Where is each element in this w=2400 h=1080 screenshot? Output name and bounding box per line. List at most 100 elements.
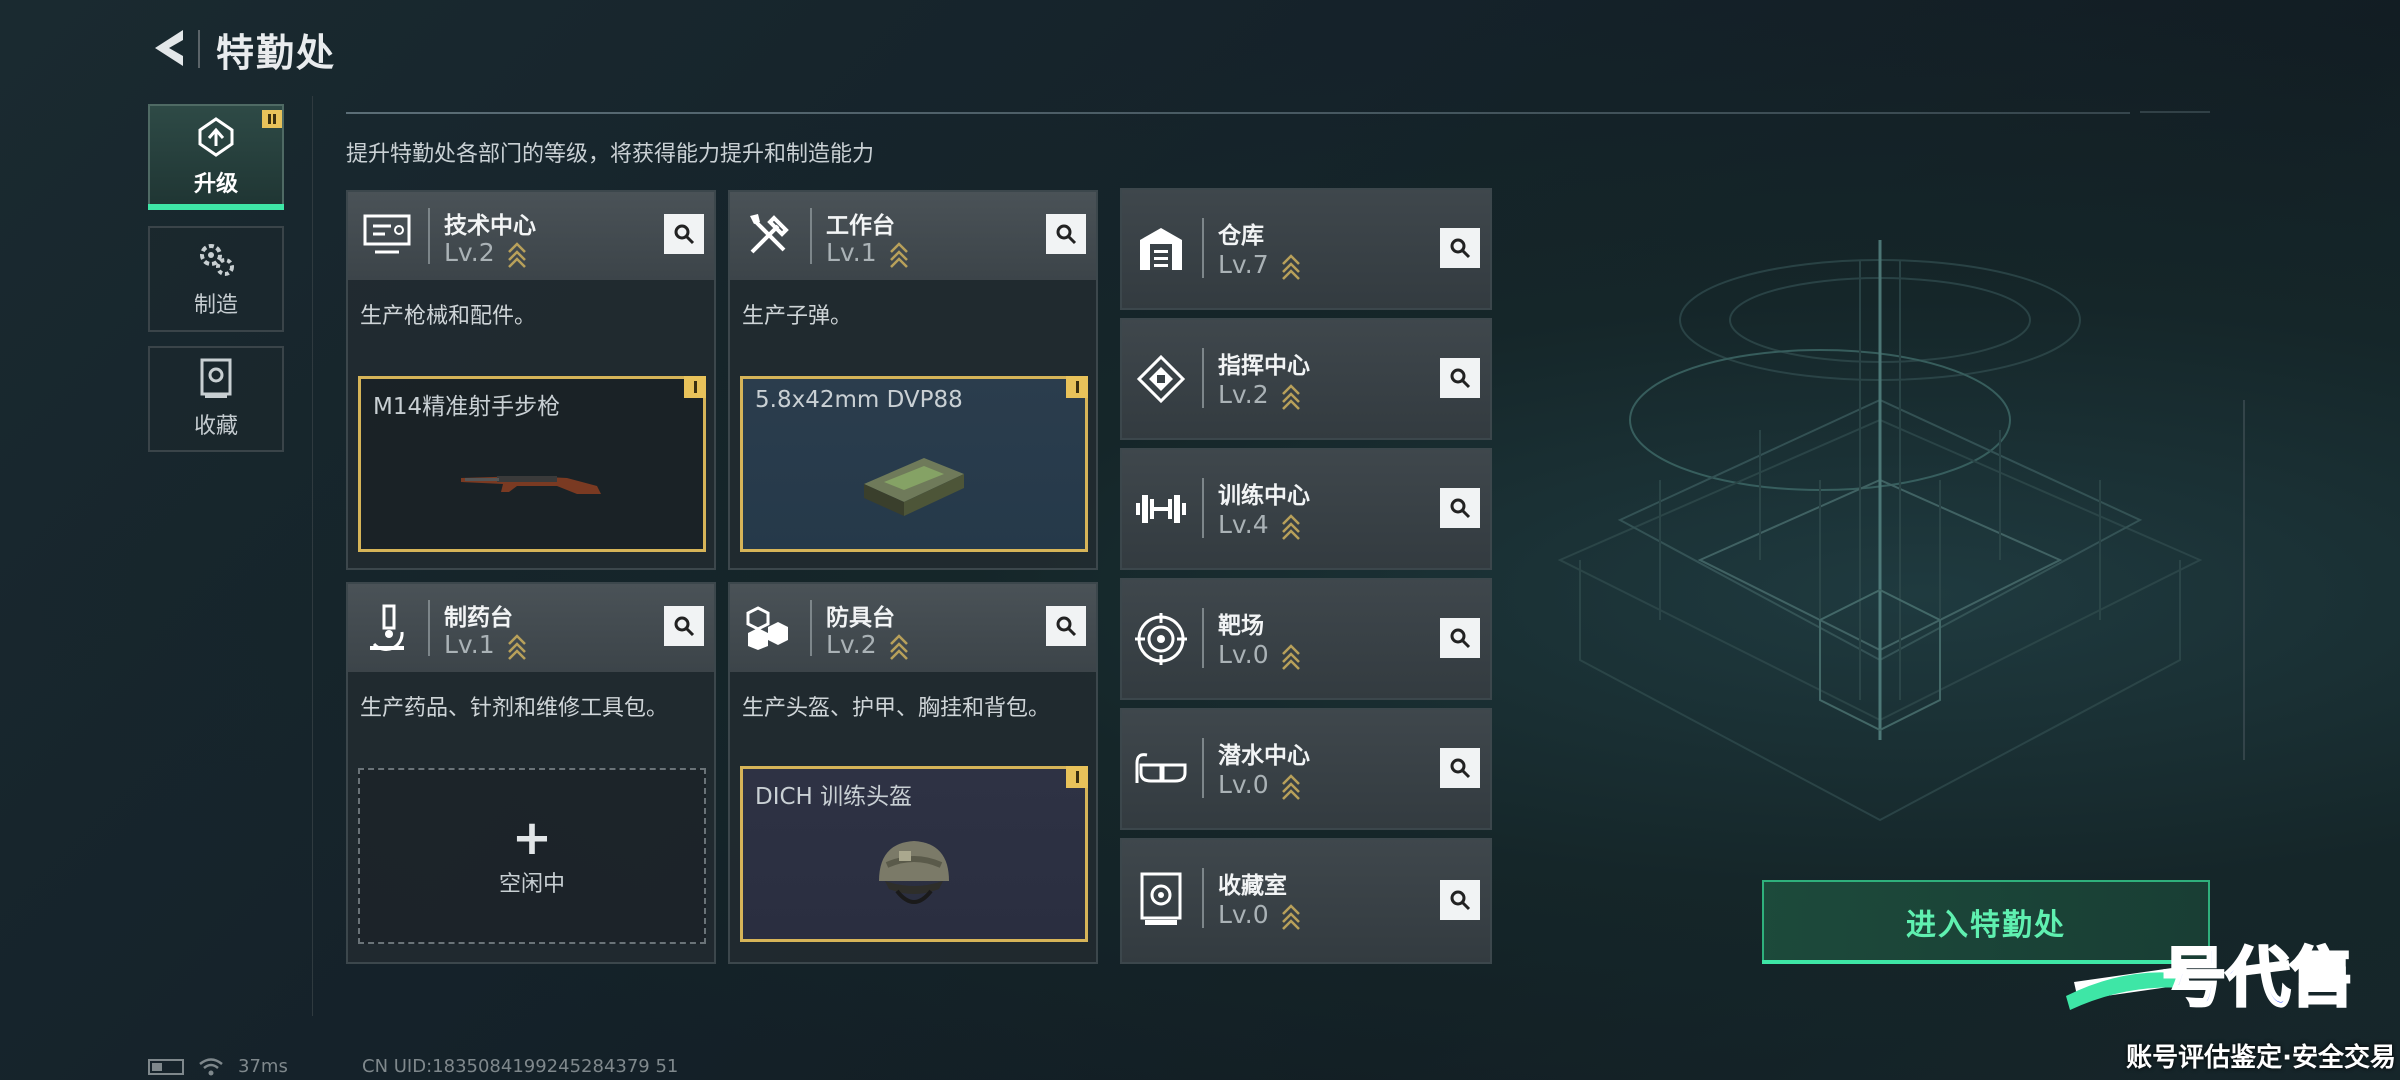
nav-label: 收藏 <box>193 414 238 439</box>
facility-card-armor-bench[interactable]: 防具台 Lv.2 生产头盔、护甲、胸挂和背包。 DICH 训练头盔 <box>728 582 1098 964</box>
facility-desc: 生产枪械和配件。 <box>360 304 537 329</box>
product-name: 5.8x42mm DVP88 <box>755 387 963 413</box>
facility-card-pharmacy[interactable]: 制药台 Lv.1 生产药品、针剂和维修工具包。 + 空闲中 <box>346 582 716 964</box>
facility-level: Lv.2 <box>1218 380 1269 409</box>
facility-card-workbench[interactable]: 工作台 Lv.1 生产子弹。 5.8x42mm DVP88 <box>728 190 1098 570</box>
page-title: 特勤处 <box>216 31 337 75</box>
goggles-icon <box>1132 736 1190 802</box>
warehouse-icon <box>1132 216 1190 282</box>
search-button[interactable] <box>664 606 704 646</box>
facility-desc: 生产药品、针剂和维修工具包。 <box>360 696 669 721</box>
uid-text: CN UID:1835084199245284379 51 <box>362 1056 679 1077</box>
alert-flag <box>1066 766 1088 788</box>
collection-icon <box>200 358 232 398</box>
nav-tab-craft[interactable]: 制造 <box>148 226 284 332</box>
brand-logo: 号代售 <box>2066 941 2356 1018</box>
head-divider <box>810 600 812 656</box>
idle-label: 空闲中 <box>498 872 565 897</box>
command-icon <box>1132 346 1190 412</box>
tools-icon <box>740 206 798 264</box>
nav-tab-collection[interactable]: 收藏 <box>148 346 284 452</box>
back-button[interactable] <box>146 22 192 74</box>
search-button[interactable] <box>1440 748 1480 788</box>
facility-level: Lv.2 <box>826 630 877 659</box>
search-icon <box>674 616 695 637</box>
target-icon <box>1132 606 1190 672</box>
search-icon <box>1450 238 1471 259</box>
ammo-box-icon <box>864 458 964 516</box>
head-divider <box>428 600 430 656</box>
facility-desc: 生产子弹。 <box>742 304 853 329</box>
product-name: M14精准射手步枪 <box>373 394 561 420</box>
search-button[interactable] <box>1440 228 1480 268</box>
search-button[interactable] <box>1046 214 1086 254</box>
facility-name: 仓库 <box>1218 223 1264 249</box>
facility-card-warehouse[interactable]: 仓库 Lv.7 <box>1120 188 1492 310</box>
search-button[interactable] <box>1440 488 1480 528</box>
facility-level: Lv.0 <box>1218 640 1269 669</box>
level-chevron-icon <box>890 634 908 660</box>
vault-icon <box>1132 866 1190 932</box>
level-chevron-icon <box>1282 384 1300 410</box>
search-button[interactable] <box>1440 618 1480 658</box>
facility-name: 潜水中心 <box>1218 743 1310 769</box>
search-button[interactable] <box>664 214 704 254</box>
facility-name: 靶场 <box>1218 613 1264 639</box>
head-divider <box>428 208 430 264</box>
alert-flag <box>1066 376 1088 398</box>
facility-card-collection-room[interactable]: 收藏室 Lv.0 <box>1120 838 1492 964</box>
level-chevron-icon <box>1282 904 1300 930</box>
rifle-icon <box>461 476 601 494</box>
alert-flag <box>684 376 706 398</box>
top-rule <box>346 112 2130 114</box>
search-button[interactable] <box>1046 606 1086 646</box>
idle-slot[interactable]: + 空闲中 <box>358 768 706 944</box>
facility-name: 指挥中心 <box>1218 353 1310 379</box>
facility-card-tech-center[interactable]: 技术中心 Lv.2 生产枪械和配件。 M14精准射手步枪 <box>346 190 716 570</box>
level-chevron-icon <box>1282 254 1300 280</box>
search-icon <box>1450 890 1471 911</box>
nav-tab-upgrade[interactable]: 升级 <box>148 104 284 210</box>
helmet-icon <box>879 841 949 904</box>
level-chevron-icon <box>890 242 908 268</box>
facility-level: Lv.1 <box>444 630 495 659</box>
production-slot[interactable]: M14精准射手步枪 <box>358 376 706 552</box>
facility-level: Lv.4 <box>1218 510 1269 539</box>
armor-blocks-icon <box>740 598 798 656</box>
level-chevron-icon <box>1282 774 1300 800</box>
nav-divider <box>312 96 313 1016</box>
search-button[interactable] <box>1440 358 1480 398</box>
facility-name: 训练中心 <box>1218 483 1310 509</box>
back-arrow-icon <box>155 30 183 66</box>
head-divider <box>810 208 812 264</box>
facility-level: Lv.0 <box>1218 770 1269 799</box>
facility-level: Lv.2 <box>444 238 495 267</box>
facility-name: 防具台 <box>826 605 895 631</box>
dumbbell-icon <box>1132 476 1190 542</box>
head-divider <box>1202 868 1204 928</box>
head-divider <box>1202 608 1204 668</box>
search-button[interactable] <box>1440 880 1480 920</box>
search-icon <box>1056 616 1077 637</box>
facility-card-training-center[interactable]: 训练中心 Lv.4 <box>1120 448 1492 570</box>
status-bar: 37ms <box>148 1056 288 1077</box>
search-icon <box>1450 498 1471 519</box>
facility-card-shooting-range[interactable]: 靶场 Lv.0 <box>1120 578 1492 700</box>
search-icon <box>1450 758 1471 779</box>
watermark-tagline: 账号评估鉴定·安全交易 <box>2126 1043 2396 1073</box>
facility-card-diving-center[interactable]: 潜水中心 Lv.0 <box>1120 708 1492 830</box>
search-icon <box>1450 628 1471 649</box>
ping-text: 37ms <box>238 1056 288 1077</box>
level-chevron-icon <box>1282 644 1300 670</box>
facility-name: 技术中心 <box>444 213 536 239</box>
search-icon <box>1450 368 1471 389</box>
svg-text:号代售: 号代售 <box>2162 942 2354 1016</box>
search-icon <box>674 224 695 245</box>
facility-level: Lv.7 <box>1218 250 1269 279</box>
production-slot[interactable]: DICH 训练头盔 <box>740 766 1088 942</box>
production-slot[interactable]: 5.8x42mm DVP88 <box>740 376 1088 552</box>
facility-name: 制药台 <box>444 605 513 631</box>
level-chevron-icon <box>508 242 526 268</box>
facility-card-command-center[interactable]: 指挥中心 Lv.2 <box>1120 318 1492 440</box>
head-divider <box>1202 478 1204 538</box>
